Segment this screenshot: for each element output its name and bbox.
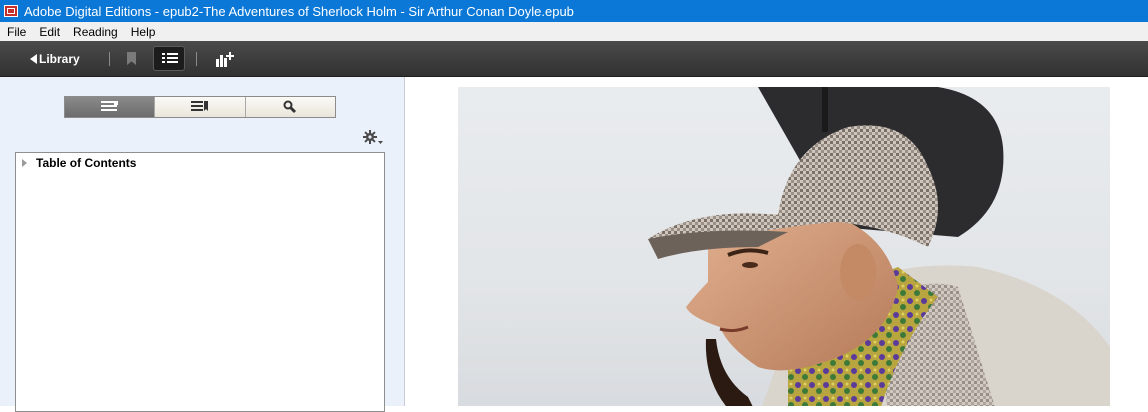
- reading-pane: [405, 77, 1148, 406]
- back-triangle-icon: [30, 54, 37, 64]
- contents-view-button[interactable]: [65, 97, 155, 117]
- menu-file[interactable]: File: [0, 25, 32, 39]
- menu-help[interactable]: Help: [124, 25, 162, 39]
- menu-edit[interactable]: Edit: [32, 25, 66, 39]
- sherlock-holmes-portrait: [648, 87, 1110, 406]
- cover-image: [458, 87, 1110, 406]
- sidebar: Table of Contents: [0, 77, 405, 412]
- add-stats-icon[interactable]: [215, 51, 235, 67]
- title-bar: Adobe Digital Editions - epub2-The Adven…: [0, 0, 1148, 22]
- library-button[interactable]: Library: [30, 50, 80, 68]
- sidebar-view-switcher: [64, 96, 336, 118]
- menu-reading[interactable]: Reading: [66, 25, 124, 39]
- bookmarks-view-button[interactable]: [154, 97, 245, 117]
- toolbar-separator: [109, 52, 110, 66]
- table-of-contents-panel: Table of Contents: [15, 152, 385, 412]
- toolbar: Library: [0, 41, 1148, 77]
- table-of-contents-icon[interactable]: [153, 46, 185, 71]
- gear-icon[interactable]: [362, 130, 384, 146]
- menu-bar: File Edit Reading Help: [0, 22, 1148, 41]
- search-view-button[interactable]: [244, 97, 335, 117]
- toc-item-label: Table of Contents: [36, 156, 137, 170]
- window-title: Adobe Digital Editions - epub2-The Adven…: [24, 3, 574, 19]
- expand-triangle-icon[interactable]: [22, 159, 27, 167]
- toc-item[interactable]: Table of Contents: [22, 156, 136, 170]
- library-label: Library: [39, 52, 80, 66]
- adobe-digital-editions-icon: [4, 5, 18, 17]
- toolbar-separator: [196, 52, 197, 66]
- bookmarks-list-icon: [190, 101, 208, 111]
- contents-list-icon: [100, 101, 118, 111]
- bookmark-icon[interactable]: [127, 52, 136, 65]
- search-icon: [283, 100, 297, 114]
